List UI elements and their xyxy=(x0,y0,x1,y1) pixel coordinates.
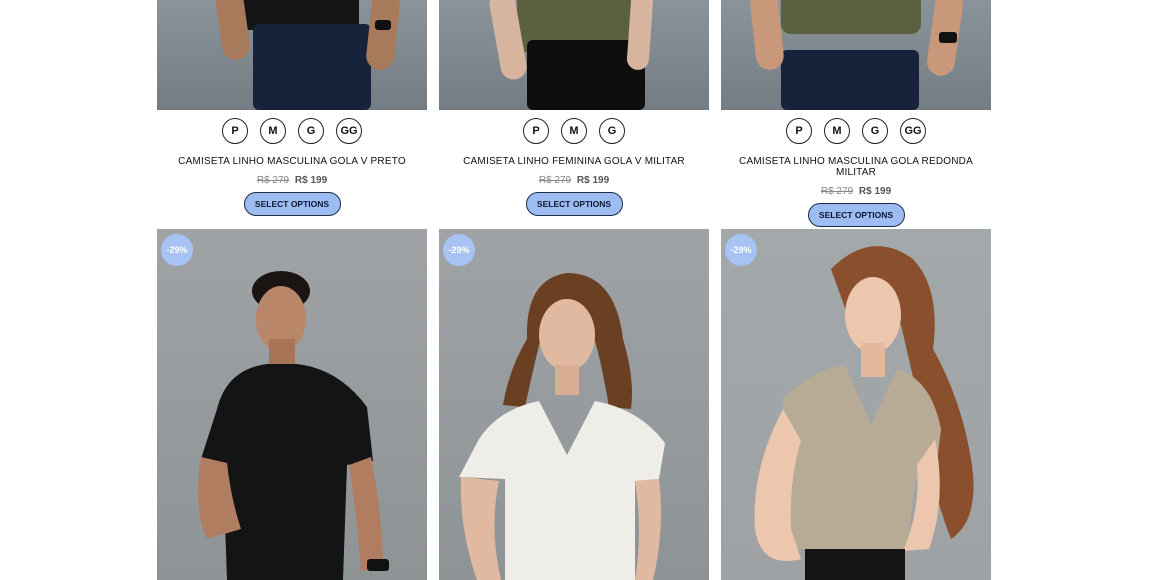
product-price: R$ 279 R$ 199 xyxy=(439,175,709,186)
size-option-m[interactable]: M xyxy=(260,118,286,144)
size-option-g[interactable]: G xyxy=(862,118,888,144)
product-image[interactable]: -29% xyxy=(721,229,991,580)
size-option-p[interactable]: P xyxy=(222,118,248,144)
product-card: -29% xyxy=(157,229,427,580)
sale-price: R$ 199 xyxy=(294,175,328,186)
product-grid-bottom: -29% -29% -29% xyxy=(157,229,991,580)
select-options-button[interactable]: SELECT OPTIONS xyxy=(807,203,905,227)
size-option-g[interactable]: G xyxy=(298,118,324,144)
model-photo xyxy=(459,273,665,580)
size-option-g[interactable]: G xyxy=(599,118,625,144)
size-option-gg[interactable]: GG xyxy=(336,118,362,144)
size-option-p[interactable]: P xyxy=(786,118,812,144)
product-image[interactable] xyxy=(439,0,709,110)
discount-badge: -29% xyxy=(161,234,193,266)
product-card: -29% xyxy=(439,229,709,580)
size-option-p[interactable]: P xyxy=(523,118,549,144)
product-card: P M G GG CAMISETA LINHO MASCULINA GOLA V… xyxy=(157,0,427,227)
discount-badge: -29% xyxy=(725,234,757,266)
product-title[interactable]: CAMISETA LINHO FEMININA GOLA V MILITAR xyxy=(439,156,709,167)
select-options-button[interactable]: SELECT OPTIONS xyxy=(243,192,341,216)
model-photo xyxy=(198,271,389,580)
size-option-gg[interactable]: GG xyxy=(900,118,926,144)
product-image[interactable] xyxy=(157,0,427,110)
product-title[interactable]: CAMISETA LINHO MASCULINA GOLA V PRETO xyxy=(157,156,427,167)
size-option-m[interactable]: M xyxy=(824,118,850,144)
product-card: -29% xyxy=(721,229,991,580)
product-card: P M G GG CAMISETA LINHO MASCULINA GOLA R… xyxy=(721,0,991,227)
product-image[interactable] xyxy=(721,0,991,110)
sale-price: R$ 199 xyxy=(576,175,610,186)
size-option-m[interactable]: M xyxy=(561,118,587,144)
product-grid-top: P M G GG CAMISETA LINHO MASCULINA GOLA V… xyxy=(157,0,991,227)
size-options: P M G GG xyxy=(721,118,991,144)
product-image[interactable]: -29% xyxy=(157,229,427,580)
product-image[interactable]: -29% xyxy=(439,229,709,580)
old-price: R$ 279 xyxy=(820,186,854,197)
size-options: P M G GG xyxy=(157,118,427,144)
product-title[interactable]: CAMISETA LINHO MASCULINA GOLA REDONDA MI… xyxy=(721,156,991,178)
old-price: R$ 279 xyxy=(256,175,290,186)
old-price: R$ 279 xyxy=(538,175,572,186)
discount-badge: -29% xyxy=(443,234,475,266)
product-price: R$ 279 R$ 199 xyxy=(721,186,991,197)
product-price: R$ 279 R$ 199 xyxy=(157,175,427,186)
select-options-button[interactable]: SELECT OPTIONS xyxy=(525,192,623,216)
size-options: P M G xyxy=(439,118,709,144)
sale-price: R$ 199 xyxy=(858,186,892,197)
model-photo xyxy=(754,246,974,580)
product-card: P M G CAMISETA LINHO FEMININA GOLA V MIL… xyxy=(439,0,709,227)
